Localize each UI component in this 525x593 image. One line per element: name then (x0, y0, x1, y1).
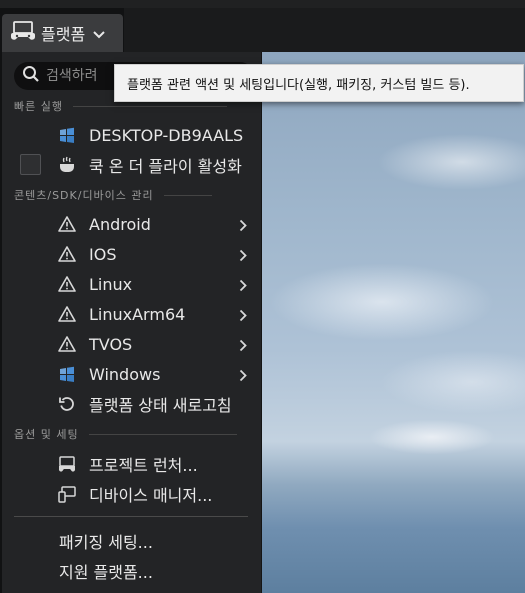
refresh-label: 플랫폼 상태 새로고침 (89, 396, 232, 415)
warning-icon (58, 275, 76, 293)
platform-label: TVOS (89, 334, 133, 354)
project-launcher-label: 프로젝트 런처... (89, 456, 198, 475)
warning-icon (58, 215, 76, 233)
platform-label: Linux (89, 274, 133, 294)
chevron-right-icon (239, 307, 247, 326)
search-icon (22, 65, 40, 87)
cook-on-the-fly-label: 쿡 온 더 플라이 활성화 (89, 157, 242, 176)
section-header-content-sdk: 콘텐츠/SDK/디바이스 관리 (14, 188, 212, 202)
platforms-menu-button[interactable]: 플랫폼 (2, 14, 123, 52)
section-header-label: 빠른 실행 (14, 100, 63, 113)
platforms-tooltip: 플랫폼 관련 액션 및 세팅입니다(실행, 패키징, 커스텀 빌드 등). (114, 64, 524, 102)
chevron-right-icon (239, 277, 247, 296)
chevron-right-icon (239, 247, 247, 266)
cook-on-the-fly-checkbox[interactable] (20, 154, 41, 175)
menu-item-project-launcher[interactable]: 프로젝트 런처... (2, 449, 260, 479)
refresh-icon (58, 395, 76, 413)
platform-label: IOS (89, 244, 117, 264)
platform-label: LinuxArm64 (89, 304, 186, 324)
section-rule (72, 105, 227, 107)
gamepad-monitor-icon (11, 21, 35, 45)
menu-item-cook-on-the-fly[interactable]: 쿡 온 더 플라이 활성화 (2, 150, 260, 180)
device-label: DESKTOP-DB9AALS (89, 125, 244, 145)
platform-label: Android (89, 214, 151, 234)
section-rule (88, 433, 237, 435)
packaging-settings-label: 패키징 세팅... (59, 533, 153, 552)
platforms-dropdown-menu: 빠른 실행 DESKTOP-DB9AALS 쿡 온 더 플라이 활성화 콘텐츠/… (2, 52, 262, 593)
platforms-menu-label: 플랫폼 (41, 25, 86, 44)
windows-device-icon (58, 126, 76, 144)
project-launcher-icon (58, 455, 76, 473)
cooking-pot-icon (58, 156, 76, 174)
windows-icon (58, 365, 76, 383)
warning-icon (58, 245, 76, 263)
device-manager-label: 디바이스 매니저... (89, 486, 213, 505)
menu-item-supported-platforms[interactable]: 지원 플랫폼... (2, 556, 260, 586)
section-header-label: 콘텐츠/SDK/디바이스 관리 (14, 189, 154, 202)
menu-item-platform-linuxarm64[interactable]: LinuxArm64 (2, 299, 260, 329)
platform-label: Windows (89, 364, 161, 384)
section-rule (163, 194, 212, 196)
section-header-label: 옵션 및 세팅 (14, 428, 79, 441)
chevron-right-icon (239, 337, 247, 356)
menu-item-packaging-settings[interactable]: 패키징 세팅... (2, 526, 260, 556)
device-manager-icon (58, 485, 76, 503)
top-bar (0, 0, 525, 8)
toolbar-strip (124, 8, 525, 52)
tooltip-text: 플랫폼 관련 액션 및 세팅입니다(실행, 패키징, 커스텀 빌드 등). (127, 77, 470, 93)
level-viewport[interactable] (262, 52, 525, 593)
menu-item-device-desktop[interactable]: DESKTOP-DB9AALS (2, 120, 260, 150)
supported-platforms-label: 지원 플랫폼... (59, 563, 153, 582)
menu-item-platform-tvos[interactable]: TVOS (2, 329, 260, 359)
menu-item-refresh-platform-status[interactable]: 플랫폼 상태 새로고침 (2, 389, 260, 419)
menu-item-device-manager[interactable]: 디바이스 매니저... (2, 479, 260, 509)
section-header-options: 옵션 및 세팅 (14, 427, 237, 441)
warning-icon (58, 335, 76, 353)
menu-divider (14, 516, 248, 517)
chevron-down-icon (93, 24, 105, 43)
menu-item-platform-windows[interactable]: Windows (2, 359, 260, 389)
menu-item-platform-android[interactable]: Android (2, 209, 260, 239)
menu-item-platform-linux[interactable]: Linux (2, 269, 260, 299)
menu-item-platform-ios[interactable]: IOS (2, 239, 260, 269)
chevron-right-icon (239, 367, 247, 386)
chevron-right-icon (239, 217, 247, 236)
warning-icon (58, 305, 76, 323)
